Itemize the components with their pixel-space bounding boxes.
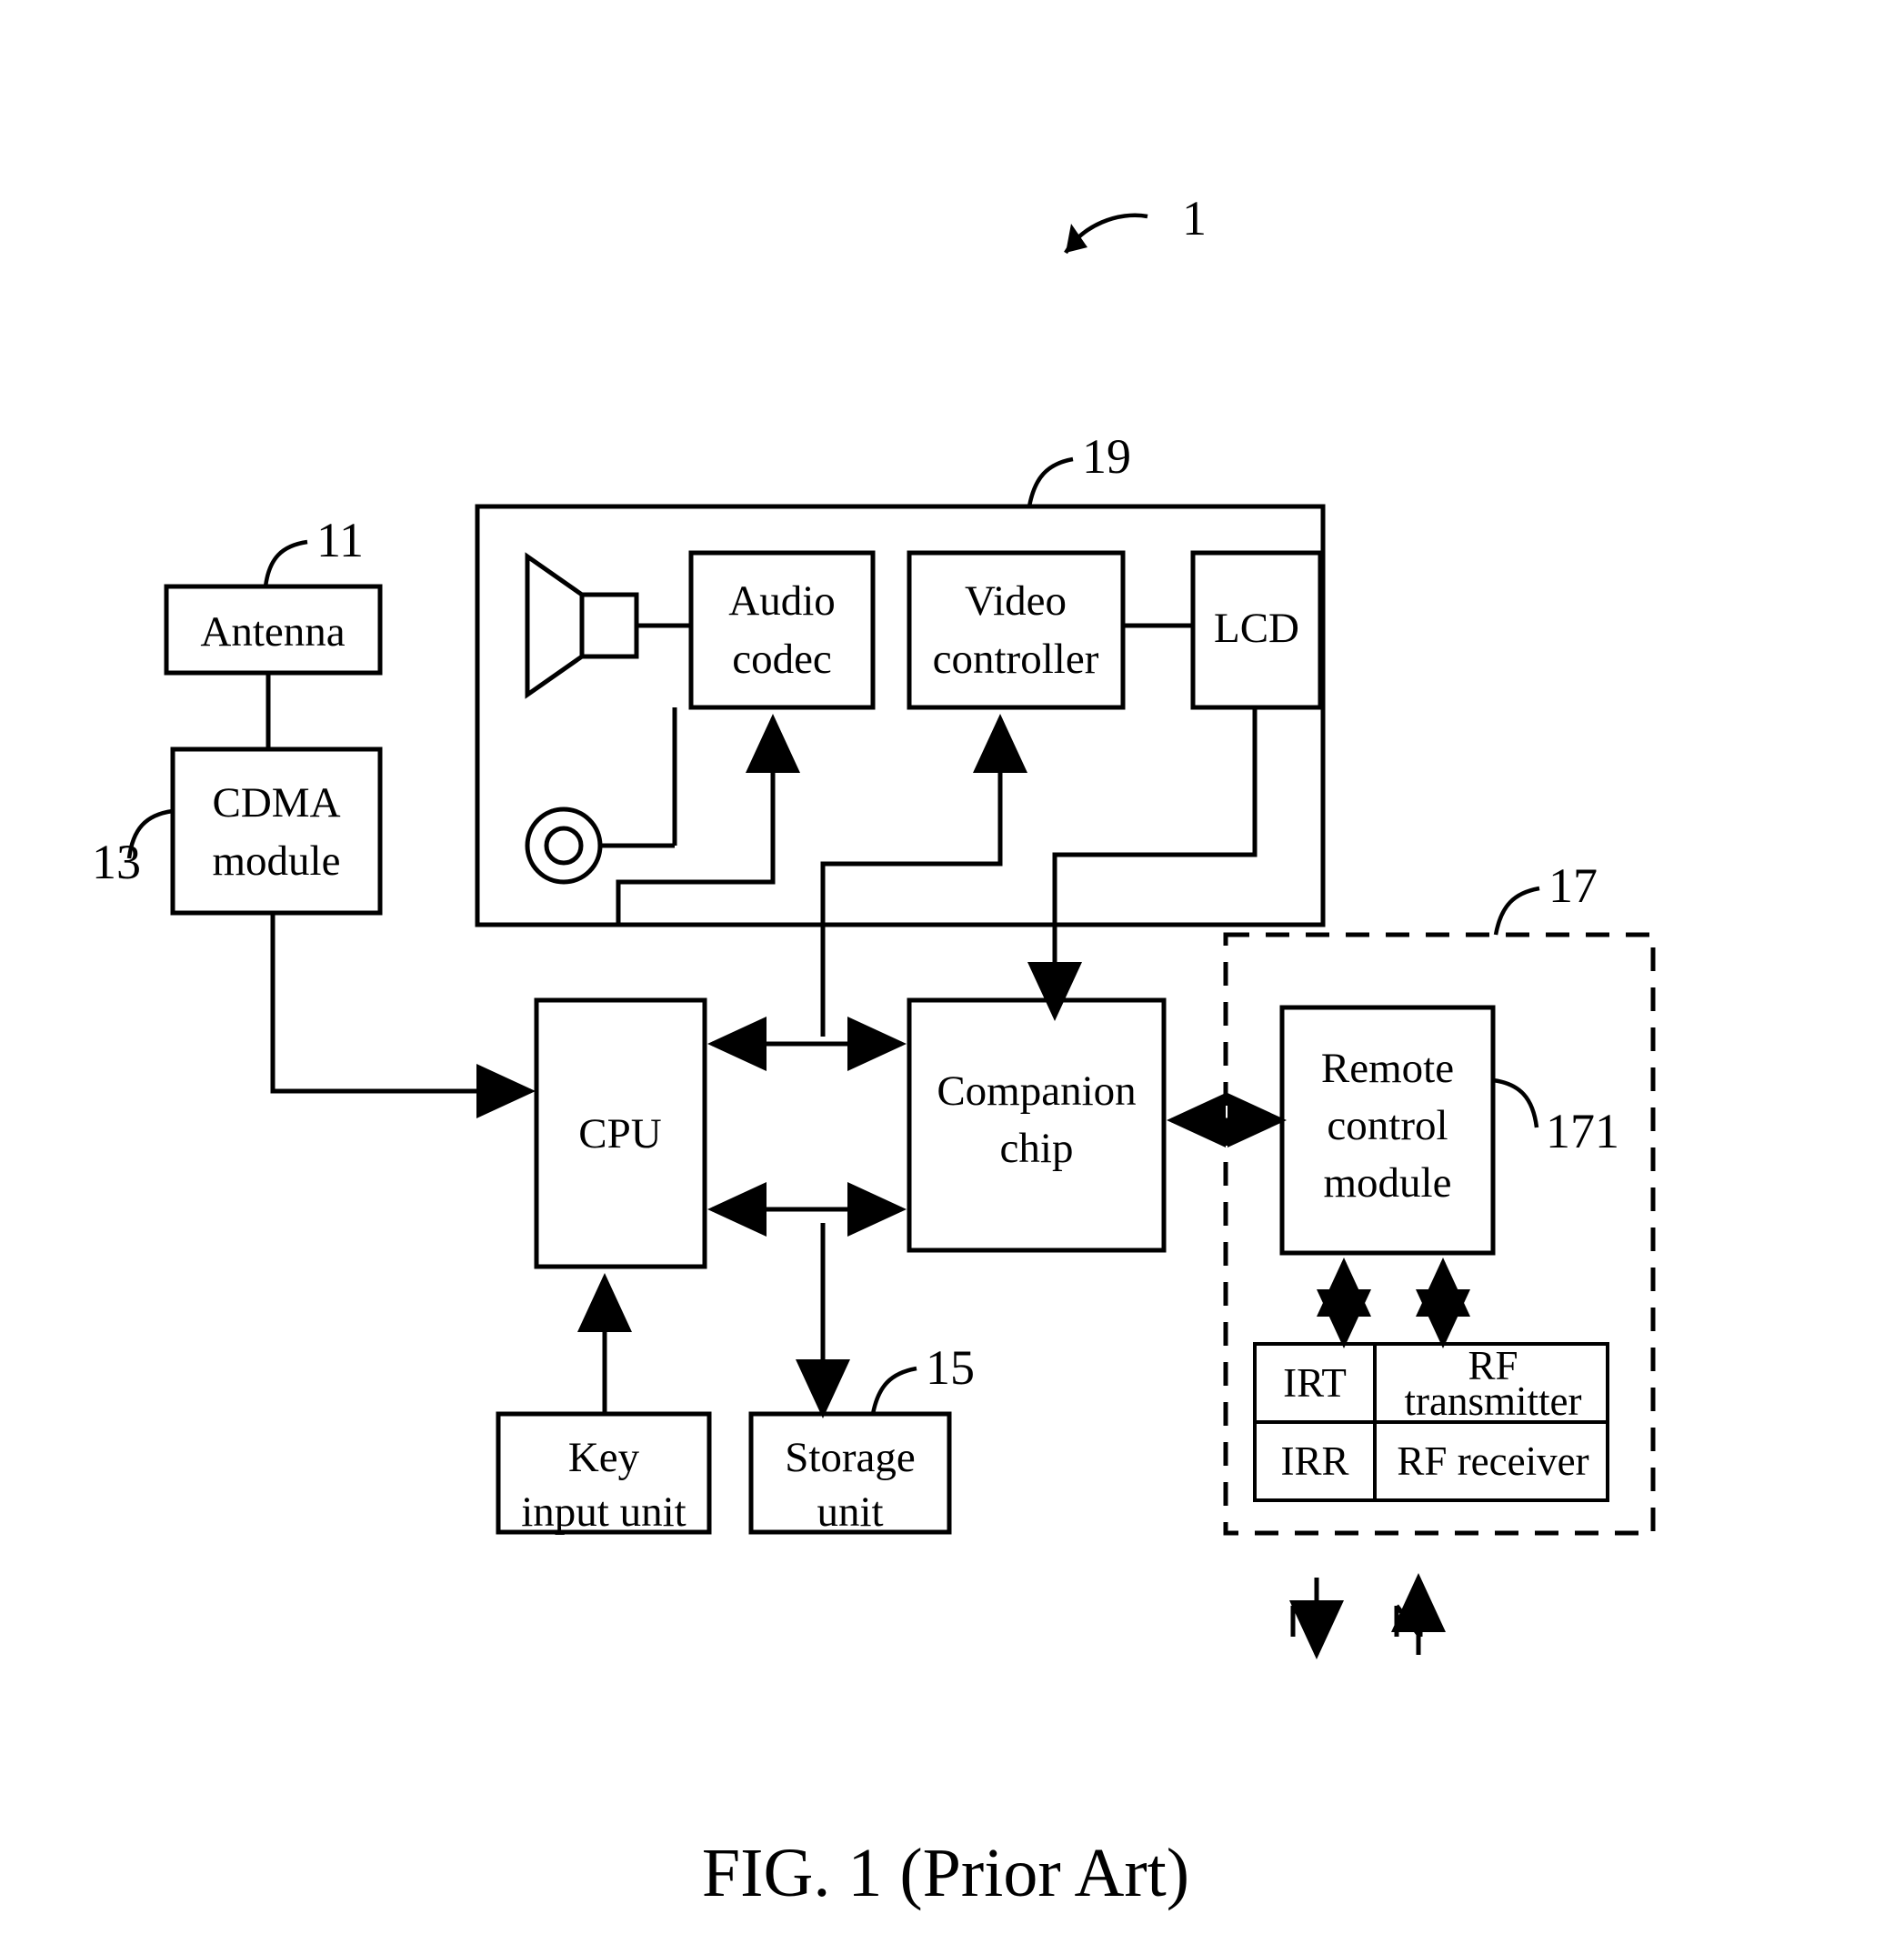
- remote-control-unit-17: [1223, 932, 1656, 1536]
- system-leader: [1064, 213, 1148, 255]
- video-controller-box: [907, 550, 1126, 710]
- companion-chip-box: [907, 997, 1167, 1253]
- wire-cpu-audio-codec: [616, 714, 800, 925]
- leader-19: [1027, 456, 1074, 507]
- cdma-module-box: [170, 747, 383, 916]
- remote-control-module-box: [1279, 1005, 1496, 1256]
- patent-figure-page: 1 19 17 171 11 13 15 Antenna CDMA module…: [0, 0, 1904, 1934]
- antenna-box: [164, 584, 383, 676]
- rf-signal-in-arrow: [1391, 1573, 1446, 1655]
- key-input-unit-box: [496, 1411, 712, 1535]
- audio-codec-box: [688, 550, 876, 710]
- figure-canvas: [126, 213, 1656, 1659]
- microphone-icon: [525, 807, 675, 885]
- lcd-box: [1190, 550, 1323, 710]
- wire-companion-video: [820, 714, 1027, 1037]
- storage-unit-box: [748, 1411, 952, 1535]
- speaker-icon: [525, 552, 691, 699]
- leader-15: [870, 1366, 917, 1415]
- leader-11: [263, 539, 308, 587]
- leader-171: [1492, 1077, 1539, 1128]
- wire-cdma-to-cpu: [270, 913, 536, 1118]
- ir-signal-out-arrow: [1289, 1578, 1344, 1659]
- leader-17: [1493, 886, 1540, 936]
- cpu-box: [534, 997, 707, 1269]
- leader-13: [126, 808, 174, 859]
- transceiver-table: [1253, 1342, 1609, 1502]
